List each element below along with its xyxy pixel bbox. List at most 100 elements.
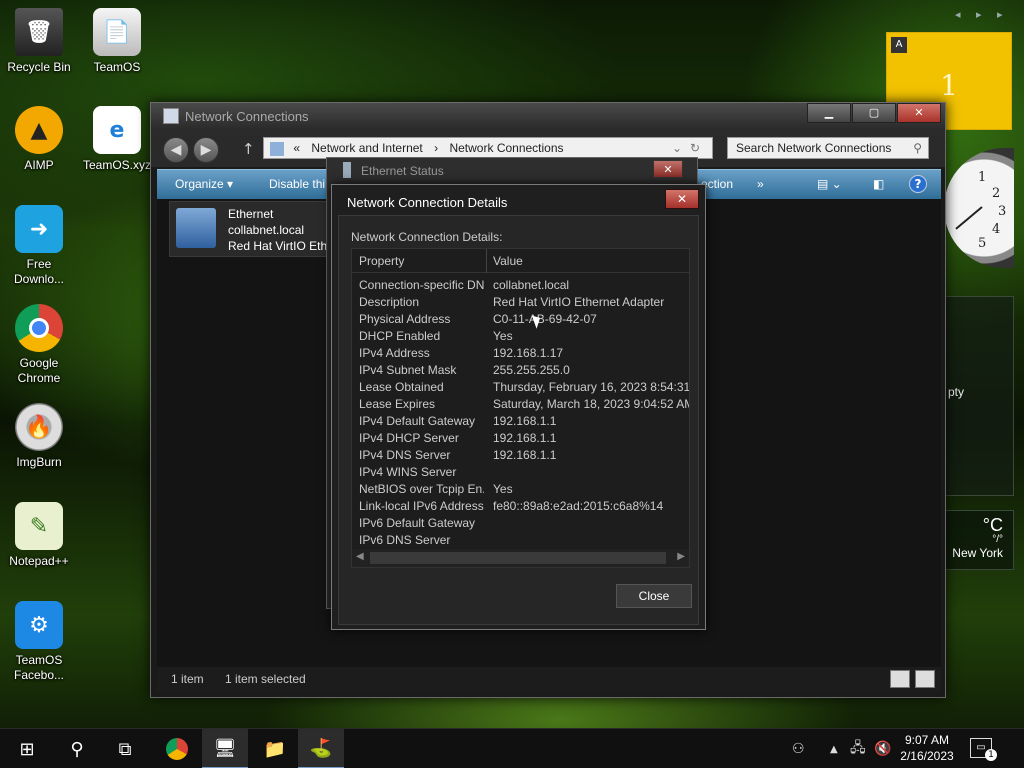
notification-center-icon[interactable]: ▭ 1 — [970, 738, 997, 761]
desktop-icon-notepad-plus[interactable]: ✎ Notepad++ — [0, 502, 78, 569]
taskbar-clock[interactable]: 9:07 AM 2/16/2023 — [896, 732, 958, 764]
row-property: IPv6 DNS Server — [359, 533, 451, 547]
details-view-icon[interactable] — [889, 670, 910, 688]
table-row[interactable]: IPv4 Default Gateway 192.168.1.1 — [352, 412, 689, 429]
change-view-icon[interactable]: ▤ ⌄ — [817, 177, 842, 191]
table-row[interactable]: NetBIOS over Tcpip En... Yes — [352, 480, 689, 497]
horizontal-scrollbar[interactable]: ◀ ▶ — [352, 549, 689, 567]
row-property: Physical Address — [359, 312, 451, 326]
file-explorer-icon[interactable]: 📁 — [252, 729, 298, 768]
title-bar[interactable]: Network Connections ▁ ▢ ✕ — [151, 103, 945, 129]
more-commands-button[interactable]: » — [757, 177, 764, 191]
column-header-property[interactable]: Property — [359, 254, 404, 268]
help-icon[interactable]: ? — [909, 175, 927, 193]
table-row[interactable]: IPv6 DNS Server — [352, 531, 689, 548]
table-row[interactable]: Physical Address C0-11-AB-69-42-07 — [352, 310, 689, 327]
weather-placeholder: °/° — [992, 534, 1003, 545]
table-row[interactable]: IPv4 Subnet Mask 255.255.255.0 — [352, 361, 689, 378]
organize-button[interactable]: Organize ▾ — [175, 177, 233, 191]
row-property: IPv4 DHCP Server — [359, 431, 459, 445]
large-icons-view-icon[interactable] — [915, 670, 935, 688]
network-tray-icon[interactable]: 🖧 — [850, 729, 866, 768]
address-bar[interactable]: « Network and Internet › Network Connect… — [263, 137, 713, 159]
disable-device-button[interactable]: Disable thi — [269, 177, 325, 191]
dialog-title: Network Connection Details — [347, 195, 508, 210]
address-prefix: « — [293, 141, 301, 155]
desktop-icon-aimp[interactable]: ▲ AIMP — [0, 106, 78, 173]
weather-gadget[interactable]: °C °/° New York — [944, 510, 1014, 570]
desktop-icon-teamos-xyz[interactable]: e TeamOS.xyz — [78, 106, 156, 173]
row-property: IPv6 Default Gateway — [359, 516, 476, 530]
status-bar: 1 item 1 item selected — [157, 667, 941, 693]
minimize-button[interactable]: ▁ — [807, 103, 851, 123]
desktop-icon-label: Recycle Bin — [7, 60, 71, 74]
row-value: C0-11-AB-69-42-07 — [493, 312, 597, 326]
ethernet-status-close-button[interactable]: ✕ — [653, 160, 683, 178]
view-switcher — [888, 670, 935, 691]
table-row[interactable]: IPv6 Default Gateway — [352, 514, 689, 531]
preview-pane-icon[interactable]: ◧ — [873, 177, 884, 191]
up-button[interactable]: ↑ — [242, 140, 255, 158]
details-subtitle: Network Connection Details: — [351, 230, 503, 244]
desktop-icon-google-chrome[interactable]: Google Chrome — [0, 304, 78, 386]
row-property: Lease Expires — [359, 397, 436, 411]
network-folder-icon — [163, 108, 179, 124]
back-button[interactable]: ◀ — [163, 137, 189, 163]
clock-gadget: 1 2 3 4 5 — [944, 148, 1014, 268]
table-row[interactable]: Description Red Hat VirtIO Ethernet Adapt… — [352, 293, 689, 310]
dialog-body: Network Connection Details: Property Val… — [338, 215, 699, 625]
desktop-icon-teamos[interactable]: 📄 TeamOS — [78, 8, 156, 75]
table-row[interactable]: Link-local IPv6 Address fe80::89a8:e2ad:2… — [352, 497, 689, 514]
chrome-icon[interactable] — [154, 729, 200, 768]
volume-muted-icon[interactable]: 🔇 — [874, 729, 891, 768]
folder-icon: 📄 — [93, 8, 141, 56]
desktop-icon-teamos-facebook[interactable]: ⚙ TeamOS Facebo... — [0, 601, 78, 683]
window-controls: ▁ ▢ ✕ — [806, 103, 941, 123]
table-row[interactable]: Lease Obtained Thursday, February 16, 202… — [352, 378, 689, 395]
row-property: IPv4 Address — [359, 346, 430, 360]
start-icon[interactable]: ⊞ — [4, 729, 50, 768]
search-icon[interactable]: ⚲ — [54, 729, 100, 768]
app-icon[interactable]: ⛳ — [298, 729, 344, 768]
chevron-down-icon[interactable]: ⌄ — [672, 138, 682, 158]
window-title: Network Connections — [185, 109, 309, 124]
desktop-icon-imgburn[interactable]: 🔥 ImgBurn — [0, 403, 78, 470]
desktop-icon-recycle-bin[interactable]: 🗑 Recycle Bin — [0, 8, 78, 75]
column-separator[interactable] — [486, 249, 487, 273]
note-avatar: A — [891, 37, 907, 53]
desktop-icon-free-download[interactable]: ➜ Free Downlo... — [0, 205, 78, 287]
maximize-button[interactable]: ▢ — [852, 103, 896, 123]
side-gadget-panel: pty — [944, 296, 1014, 496]
forward-button[interactable]: ▶ — [193, 137, 219, 163]
people-icon[interactable]: ⚇ — [792, 729, 805, 768]
table-row[interactable]: Lease Expires Saturday, March 18, 2023 9:… — [352, 395, 689, 412]
download-icon: ➜ — [15, 205, 63, 253]
search-icon: ⚲ — [913, 141, 922, 155]
table-row[interactable]: DHCP Enabled Yes — [352, 327, 689, 344]
network-adapter-icon — [176, 208, 216, 248]
table-row[interactable]: IPv4 DHCP Server 192.168.1.1 — [352, 429, 689, 446]
desktop-icon-label: Google Chrome — [17, 356, 61, 385]
close-button[interactable]: Close — [616, 584, 692, 608]
scroll-right-icon[interactable]: ▶ — [677, 551, 685, 562]
table-row[interactable]: IPv4 Address 192.168.1.17 — [352, 344, 689, 361]
table-row[interactable]: Connection-specific DN... collabnet.local — [352, 276, 689, 293]
scroll-thumb[interactable] — [370, 552, 666, 564]
gadget-navigation[interactable]: ◂ ▸ ▸ — [955, 8, 1009, 21]
dialog-close-x-button[interactable]: ✕ — [665, 189, 699, 209]
details-table[interactable]: Property Value Connection-specific DN...… — [351, 248, 690, 568]
search-input[interactable]: Search Network Connections ⚲ — [727, 137, 929, 159]
row-value: collabnet.local — [493, 278, 570, 292]
close-button[interactable]: ✕ — [897, 103, 941, 123]
table-row[interactable]: IPv4 WINS Server — [352, 463, 689, 480]
task-view-icon[interactable]: ⧉ — [102, 729, 148, 768]
column-header-value[interactable]: Value — [493, 254, 523, 268]
table-row[interactable]: IPv4 DNS Server 192.168.1.1 — [352, 446, 689, 463]
chevron-up-icon[interactable]: ▲ — [830, 729, 838, 768]
scroll-left-icon[interactable]: ◀ — [356, 551, 364, 562]
network-connections-icon[interactable]: 🖥 — [202, 729, 248, 768]
refresh-icon[interactable]: ↻ — [690, 138, 700, 158]
breadcrumb-network-connections[interactable]: Network Connections — [449, 141, 563, 155]
breadcrumb-network-internet[interactable]: Network and Internet — [311, 141, 422, 155]
list-item-ethernet[interactable]: Ethernet collabnet.local Red Hat VirtIO … — [169, 201, 334, 257]
